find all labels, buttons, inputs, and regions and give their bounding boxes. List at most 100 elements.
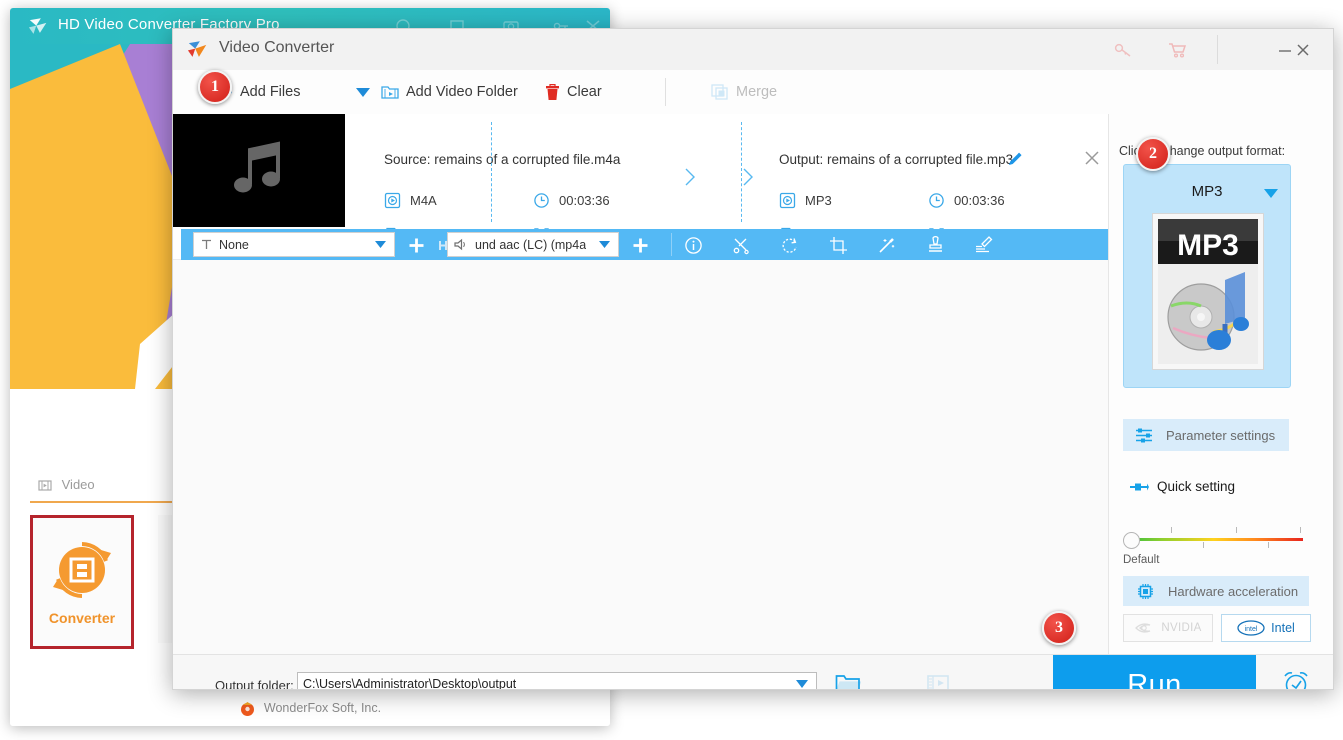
hardware-acceleration-button[interactable]: Hardware acceleration [1123, 576, 1309, 606]
alarm-clock-icon[interactable] [1281, 669, 1311, 690]
wonderfox-logo-icon [187, 41, 207, 57]
cart-icon[interactable] [1163, 39, 1193, 61]
slider-tick [1203, 542, 1204, 548]
add-files-dropdown-button[interactable] [351, 70, 375, 114]
quality-slider-label: Default [1123, 554, 1160, 566]
slider-tick [1236, 527, 1237, 533]
add-video-folder-label: Add Video Folder [406, 84, 518, 100]
video-converter-window[interactable]: Video Converter Add Files Add Video Fold… [172, 28, 1334, 690]
output-format-selector[interactable]: MP3 MP3 [1123, 164, 1291, 388]
source-duration: 00:03:36 [533, 192, 610, 209]
output-format-value: MP3 [805, 193, 832, 208]
quality-slider[interactable]: Default [1123, 524, 1305, 566]
nvidia-icon [1135, 623, 1151, 633]
editing-action-strip: None und aac (LC) (mp4a [181, 229, 1108, 260]
background-tile-converter-label: Converter [48, 609, 116, 626]
gpu-option-nvidia[interactable]: NVIDIA [1123, 614, 1213, 642]
audio-track-select[interactable]: und aac (LC) (mp4a [447, 232, 619, 257]
subtitle-select-value: None [219, 237, 249, 252]
svg-text:intel: intel [1245, 626, 1258, 633]
film-icon [38, 480, 52, 491]
background-tab-video-label: Video [61, 477, 95, 492]
chevron-down-icon[interactable] [796, 680, 808, 688]
parameter-settings-button[interactable]: Parameter settings [1123, 419, 1289, 451]
source-format: M4A [384, 192, 437, 209]
clear-button[interactable]: Clear [545, 70, 602, 114]
folder-video-icon [381, 86, 399, 99]
hardware-acceleration-label: Hardware acceleration [1168, 583, 1299, 599]
file-list-workspace[interactable] [173, 260, 1108, 654]
run-button-label: Run [1127, 668, 1182, 690]
media-format-icon [779, 192, 796, 209]
output-duration-value: 00:03:36 [954, 193, 1005, 208]
subtitle-select[interactable]: None [193, 232, 395, 257]
remove-file-icon[interactable] [1081, 147, 1103, 169]
pencil-icon[interactable] [1006, 150, 1024, 168]
bottom-bar: Output folder: C:\Users\Administrator\De… [173, 654, 1333, 690]
add-subtitle-button[interactable] [403, 233, 429, 257]
close-icon[interactable] [1285, 37, 1321, 63]
add-files-label: Add Files [240, 84, 301, 100]
trash-icon [546, 83, 559, 100]
rotate-icon[interactable] [778, 233, 802, 257]
folder-open-icon[interactable] [835, 672, 861, 690]
cut-scissors-icon[interactable] [729, 233, 753, 257]
step-badge-1: 1 [198, 70, 232, 104]
subtitle-T-icon [202, 239, 211, 249]
output-folder-input[interactable]: C:\Users\Administrator\Desktop\output [297, 672, 817, 690]
background-tile-converter[interactable]: Converter [30, 515, 134, 649]
background-tab-video[interactable]: Video [38, 477, 95, 492]
parameter-settings-label: Parameter settings [1166, 427, 1276, 443]
clock-icon [534, 193, 549, 208]
source-format-value: M4A [410, 193, 437, 208]
slider-tick [1300, 527, 1301, 533]
output-format: MP3 [779, 192, 832, 209]
window-title: Video Converter [219, 39, 335, 56]
quick-slider-icon [1130, 483, 1149, 490]
clock-icon [929, 193, 944, 208]
svg-text:MP3: MP3 [1177, 229, 1239, 262]
file-thumbnail[interactable] [173, 114, 345, 227]
wonderfox-logo-icon [28, 18, 47, 34]
media-format-icon [384, 192, 401, 209]
subtitle-edit-icon[interactable] [971, 233, 995, 257]
output-format-thumbnail: MP3 [1152, 213, 1264, 370]
output-folder-value: C:\Users\Administrator\Desktop\output [303, 676, 517, 690]
merge-label: Merge [736, 84, 778, 100]
chevron-down-icon [599, 241, 610, 248]
arrow-right-icon [743, 168, 753, 186]
background-footer-text: WonderFox Soft, Inc. [263, 701, 382, 715]
crop-icon[interactable] [826, 233, 850, 257]
add-audio-button[interactable] [627, 233, 653, 257]
background-footer: WonderFox Soft, Inc. [10, 690, 610, 726]
quick-setting-label: Quick setting [1157, 479, 1236, 494]
merge-icon [711, 84, 728, 100]
chevron-down-icon[interactable] [1264, 189, 1278, 198]
add-video-folder-button[interactable]: Add Video Folder [381, 70, 518, 114]
clear-label: Clear [567, 84, 602, 100]
window-titlebar: Video Converter [173, 29, 1333, 71]
chip-icon [1138, 583, 1153, 599]
preview-film-icon[interactable] [926, 672, 952, 690]
effects-wand-icon[interactable] [874, 233, 898, 257]
arrow-right-icon [685, 168, 695, 186]
gpu-option-intel-label: Intel [1271, 621, 1295, 635]
source-file-title: Source: remains of a corrupted file.m4a [384, 152, 621, 167]
plus-icon [409, 238, 423, 252]
info-icon[interactable] [681, 233, 705, 257]
merge-button[interactable]: Merge [711, 70, 777, 114]
step-badge-3: 3 [1042, 611, 1076, 645]
gpu-option-nvidia-label: NVIDIA [1161, 622, 1202, 634]
quality-slider-knob[interactable] [1123, 532, 1140, 549]
run-button[interactable]: Run [1053, 655, 1256, 690]
output-folder-label: Output folder: [215, 678, 294, 690]
card-dash-divider-1 [491, 122, 492, 222]
plus-icon [633, 238, 647, 252]
gpu-option-intel[interactable]: intel Intel [1221, 614, 1311, 642]
quality-slider-track [1131, 538, 1303, 541]
speaker-icon [454, 238, 465, 251]
watermark-stamp-icon[interactable] [923, 233, 947, 257]
quick-setting-row[interactable]: Quick setting [1129, 479, 1235, 494]
main-toolbar: Add Files Add Video Folder Clear Merge [173, 70, 1333, 115]
key-icon[interactable] [1109, 39, 1139, 61]
